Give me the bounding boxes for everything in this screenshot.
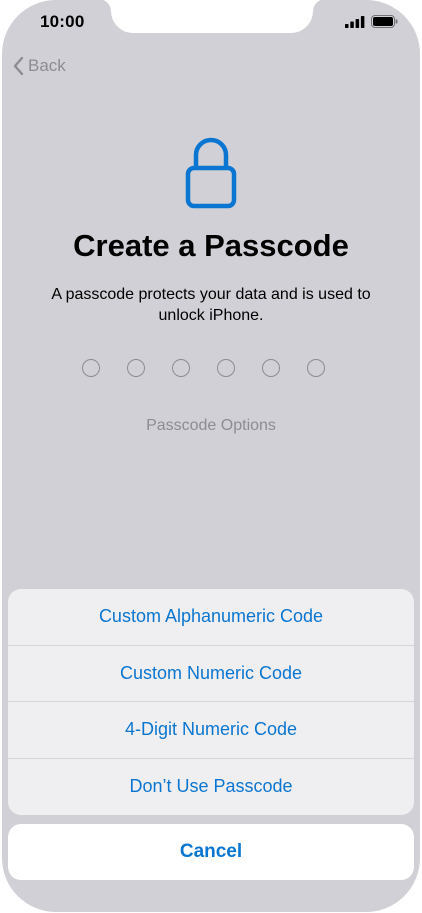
notch <box>99 0 325 33</box>
battery-icon <box>371 15 398 33</box>
screen: 10:00 Back Create a Passcode A passcode … <box>2 0 420 912</box>
passcode-dot <box>82 359 100 377</box>
lock-icon <box>183 135 239 214</box>
chevron-left-icon <box>12 56 24 76</box>
page-subtitle: A passcode protects your data and is use… <box>51 286 371 324</box>
passcode-dot <box>127 359 145 377</box>
option-custom-numeric[interactable]: Custom Numeric Code <box>8 646 414 702</box>
cancel-button[interactable]: Cancel <box>8 824 414 880</box>
option-custom-alphanumeric[interactable]: Custom Alphanumeric Code <box>8 589 414 646</box>
option-dont-use-passcode[interactable]: Don’t Use Passcode <box>8 759 414 816</box>
status-time: 10:00 <box>40 12 85 31</box>
option-4-digit-numeric[interactable]: 4-Digit Numeric Code <box>8 702 414 759</box>
back-button[interactable]: Back <box>12 56 66 76</box>
passcode-dots <box>82 359 325 377</box>
passcode-dot <box>307 359 325 377</box>
page-title: Create a Passcode <box>73 228 349 263</box>
passcode-options-link[interactable]: Passcode Options <box>2 417 420 435</box>
back-label: Back <box>28 56 66 75</box>
status-icons <box>345 15 398 33</box>
passcode-dot <box>217 359 235 377</box>
passcode-dot <box>262 359 280 377</box>
passcode-dot <box>172 359 190 377</box>
cellular-signal-icon <box>345 15 365 33</box>
phone-frame: 10:00 Back Create a Passcode A passcode … <box>0 0 422 913</box>
passcode-options-sheet: Custom Alphanumeric Code Custom Numeric … <box>8 589 414 815</box>
